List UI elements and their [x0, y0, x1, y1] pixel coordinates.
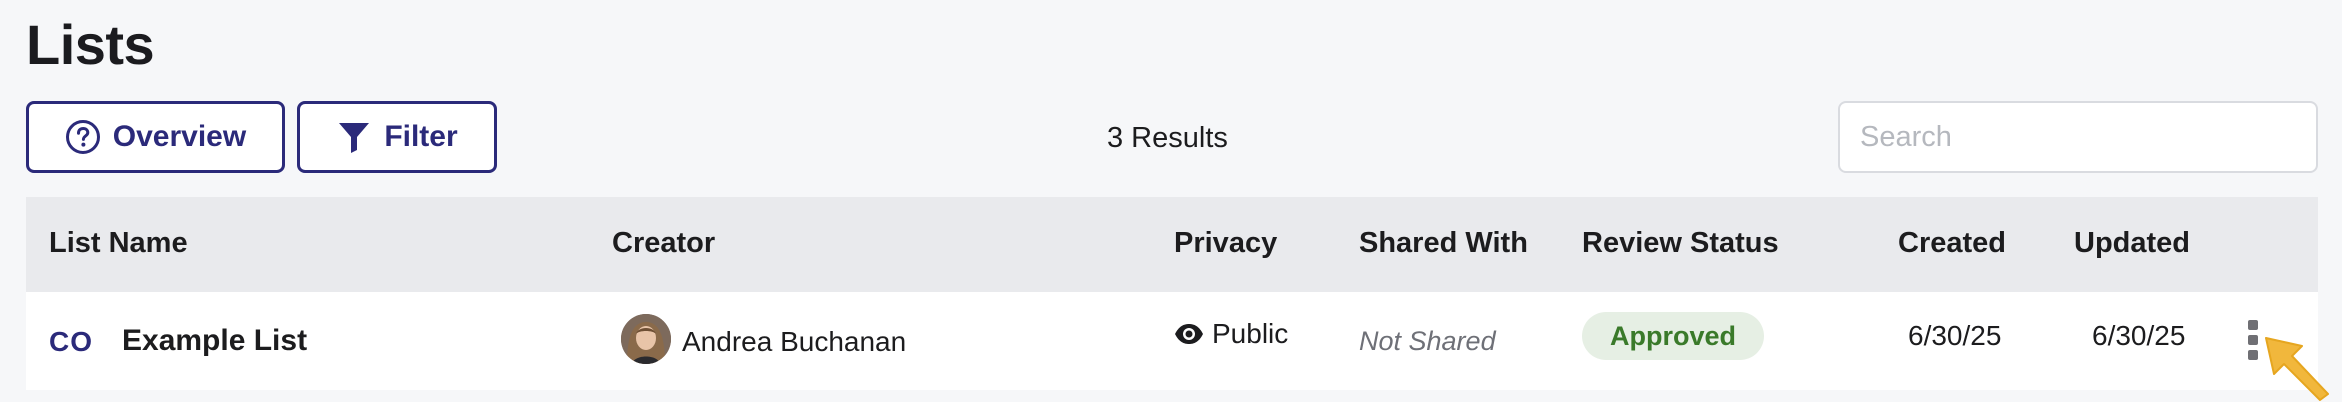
status-badge: Approved: [1582, 312, 1765, 360]
table-header: List Name Creator Privacy Shared With Re…: [26, 197, 2318, 292]
creator-name: Andrea Buchanan: [682, 326, 907, 357]
column-header-review-status[interactable]: Review Status: [1582, 227, 1779, 260]
list-code-badge: CO: [49, 326, 93, 357]
column-header-list-name[interactable]: List Name: [49, 227, 188, 260]
column-header-creator[interactable]: Creator: [612, 227, 715, 260]
search-input[interactable]: [1838, 101, 2318, 173]
privacy-status: Public: [1174, 318, 1288, 350]
filter-button-label: Filter: [384, 120, 458, 153]
column-header-updated[interactable]: Updated: [2074, 227, 2190, 260]
kebab-menu-icon[interactable]: [2246, 320, 2260, 360]
arrow-cursor: [2265, 337, 2329, 401]
list-name[interactable]: Example List: [122, 324, 307, 358]
created-date: 6/30/25: [1908, 320, 2002, 351]
table-row[interactable]: CO Example List Andrea Buchanan Public N…: [26, 292, 2318, 390]
eye-icon: [1174, 323, 1204, 345]
lists-table: List Name Creator Privacy Shared With Re…: [26, 197, 2318, 390]
updated-date: 6/30/25: [2092, 320, 2186, 351]
overview-button[interactable]: Overview: [26, 101, 285, 173]
privacy-label: Public: [1212, 318, 1289, 349]
avatar: [621, 314, 671, 364]
results-count: 3 Results: [1107, 122, 1228, 154]
column-header-shared-with[interactable]: Shared With: [1359, 227, 1528, 260]
filter-button[interactable]: Filter: [297, 101, 497, 173]
column-header-created[interactable]: Created: [1898, 227, 2006, 260]
page-title: Lists: [26, 13, 155, 76]
overview-button-label: Overview: [112, 120, 247, 153]
funnel-icon: [336, 119, 372, 155]
shared-with: Not Shared: [1359, 326, 1496, 356]
question-circle-icon: [65, 119, 101, 155]
column-header-privacy[interactable]: Privacy: [1174, 227, 1277, 260]
